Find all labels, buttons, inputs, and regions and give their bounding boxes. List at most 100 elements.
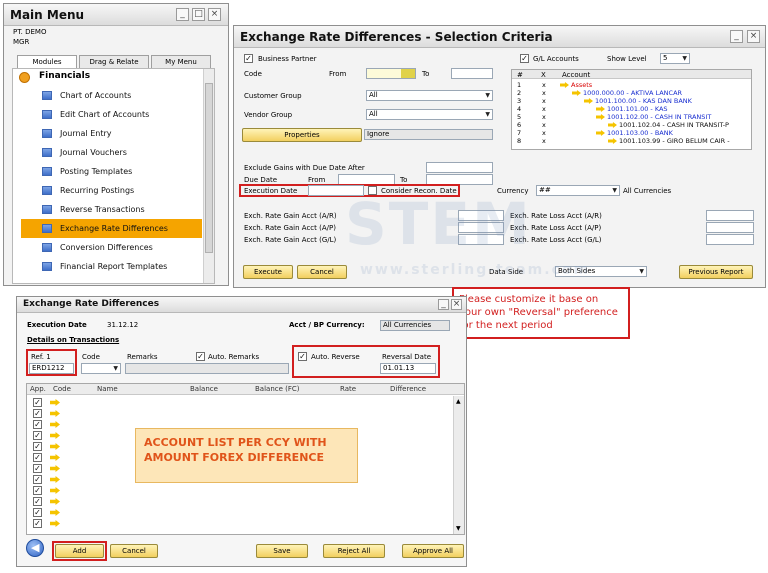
tree-row[interactable]: 5 x 1001.102.00 - CASH IN TRANSIT: [513, 113, 751, 121]
auto-remarks-checkbox[interactable]: ✓: [196, 352, 205, 361]
loss-ap-input[interactable]: [706, 222, 754, 233]
table-row[interactable]: ✓: [28, 485, 60, 496]
maximize-icon[interactable]: □: [192, 8, 205, 21]
tree-row[interactable]: 7 x 1001.103.00 - BANK: [513, 129, 751, 137]
show-level-select[interactable]: 5: [660, 53, 690, 64]
add-button[interactable]: Add: [55, 544, 104, 558]
execute-button[interactable]: Execute: [243, 265, 293, 279]
tree-col-x: X: [541, 71, 546, 79]
arrow-icon: [596, 106, 605, 112]
close-icon[interactable]: ×: [747, 30, 760, 43]
erd-code-select[interactable]: [81, 363, 121, 374]
close-icon[interactable]: ×: [451, 299, 462, 310]
previous-report-button[interactable]: Previous Report: [679, 265, 753, 279]
table-row[interactable]: ✓: [28, 452, 60, 463]
form-icon: [42, 148, 52, 157]
back-arrow-icon[interactable]: ◀: [26, 539, 44, 557]
menu-item-journal-vouchers[interactable]: Journal Vouchers: [21, 143, 202, 162]
execution-date-label: Execution Date: [244, 187, 298, 195]
table-row[interactable]: ✓: [28, 408, 60, 419]
approve-checkbox[interactable]: ✓: [33, 442, 42, 451]
tree-row[interactable]: 2 x 1000.000.00 - AKTIVA LANCAR: [513, 89, 751, 97]
auto-reverse-checkbox[interactable]: ✓: [298, 352, 307, 361]
menu-item-exchange-rate-differences[interactable]: Exchange Rate Differences: [21, 219, 202, 238]
vendor-group-select[interactable]: All: [366, 109, 493, 120]
save-button[interactable]: Save: [256, 544, 308, 558]
selection-titlebar[interactable]: Exchange Rate Differences - Selection Cr…: [234, 26, 765, 48]
menu-item-edit-chart-of-accounts[interactable]: Edit Chart of Accounts: [21, 105, 202, 124]
tab-drag-relate[interactable]: Drag & Relate: [79, 55, 149, 69]
reversal-date-input[interactable]: 01.01.13: [380, 363, 436, 374]
table-row[interactable]: ✓: [28, 507, 60, 518]
table-row[interactable]: ✓: [28, 463, 60, 474]
table-row[interactable]: ✓: [28, 430, 60, 441]
tab-my-menu[interactable]: My Menu: [151, 55, 211, 69]
col-name: Name: [97, 385, 118, 393]
reject-all-button[interactable]: Reject All: [323, 544, 385, 558]
customer-group-select[interactable]: All: [366, 90, 493, 101]
code-from-lookup-icon[interactable]: [401, 69, 415, 78]
table-row[interactable]: ✓: [28, 441, 60, 452]
scrollbar-thumb[interactable]: [205, 83, 213, 253]
properties-button[interactable]: Properties: [242, 128, 362, 142]
menu-item-conversion-differences[interactable]: Conversion Differences: [21, 238, 202, 257]
selection-title: Exchange Rate Differences - Selection Cr…: [240, 30, 553, 44]
approve-checkbox[interactable]: ✓: [33, 453, 42, 462]
tab-modules[interactable]: Modules: [17, 55, 77, 69]
minimize-icon[interactable]: _: [730, 30, 743, 43]
menu-item-financial-report-templates[interactable]: Financial Report Templates: [21, 257, 202, 276]
ref1-input[interactable]: ERD1212: [29, 363, 74, 374]
selection-cancel-button[interactable]: Cancel: [297, 265, 347, 279]
approve-checkbox[interactable]: ✓: [33, 420, 42, 429]
menu-item-journal-entry[interactable]: Journal Entry: [21, 124, 202, 143]
tree-row[interactable]: 1 x Assets: [513, 81, 751, 89]
approve-checkbox[interactable]: ✓: [33, 464, 42, 473]
approve-checkbox[interactable]: ✓: [33, 508, 42, 517]
approve-all-button[interactable]: Approve All: [402, 544, 464, 558]
gl-accounts-checkbox[interactable]: ✓: [520, 54, 529, 63]
menu-item-chart-of-accounts[interactable]: Chart of Accounts: [21, 86, 202, 105]
grid-scrollbar[interactable]: ▲ ▼: [453, 396, 464, 534]
erd-cancel-button[interactable]: Cancel: [110, 544, 158, 558]
section-financials[interactable]: Financials: [13, 70, 203, 85]
minimize-icon[interactable]: _: [438, 299, 449, 310]
tree-row[interactable]: 3 x 1001.100.00 - KAS DAN BANK: [513, 97, 751, 105]
erd-execution-date-value: 31.12.12: [107, 321, 139, 329]
tree-row[interactable]: 6 x 1001.102.04 - CASH IN TRANSIT-P: [513, 121, 751, 129]
approve-checkbox[interactable]: ✓: [33, 431, 42, 440]
approve-checkbox[interactable]: ✓: [33, 475, 42, 484]
loss-ar-input[interactable]: [706, 210, 754, 221]
close-icon[interactable]: ×: [208, 8, 221, 21]
col-balance: Balance: [190, 385, 218, 393]
approve-checkbox[interactable]: ✓: [33, 497, 42, 506]
table-row[interactable]: ✓: [28, 474, 60, 485]
menu-item-recurring-postings[interactable]: Recurring Postings: [21, 181, 202, 200]
col-balance-fc: Balance (FC): [255, 385, 300, 393]
approve-checkbox[interactable]: ✓: [33, 486, 42, 495]
scroll-down-icon[interactable]: ▼: [456, 525, 461, 532]
tree-row[interactable]: 8 x 1001.103.99 - GIRO BELUM CAIR -: [513, 137, 751, 145]
business-partner-checkbox[interactable]: ✓: [244, 54, 253, 63]
code-from-input[interactable]: [366, 68, 416, 79]
table-row[interactable]: ✓: [28, 397, 60, 408]
approve-checkbox[interactable]: ✓: [33, 519, 42, 528]
scroll-up-icon[interactable]: ▲: [456, 398, 461, 405]
menu-item-reverse-transactions[interactable]: Reverse Transactions: [21, 200, 202, 219]
erd-titlebar[interactable]: Exchange Rate Differences _ ×: [17, 297, 466, 313]
tree-row[interactable]: 4 x 1001.101.00 - KAS: [513, 105, 751, 113]
table-row[interactable]: ✓: [28, 518, 60, 529]
approve-checkbox[interactable]: ✓: [33, 409, 42, 418]
table-row[interactable]: ✓: [28, 419, 60, 430]
code-to-input[interactable]: [451, 68, 493, 79]
menu-item-posting-templates[interactable]: Posting Templates: [21, 162, 202, 181]
menu-scrollbar[interactable]: [203, 69, 214, 283]
loss-gl-input[interactable]: [706, 234, 754, 245]
exclude-gains-input[interactable]: [426, 162, 493, 173]
currency-select[interactable]: ##: [536, 185, 620, 196]
approve-checkbox[interactable]: ✓: [33, 398, 42, 407]
main-menu-titlebar[interactable]: Main Menu _ □ ×: [4, 4, 228, 26]
minimize-icon[interactable]: _: [176, 8, 189, 21]
customer-group-label: Customer Group: [244, 92, 302, 100]
financials-icon: [19, 72, 30, 83]
table-row[interactable]: ✓: [28, 496, 60, 507]
